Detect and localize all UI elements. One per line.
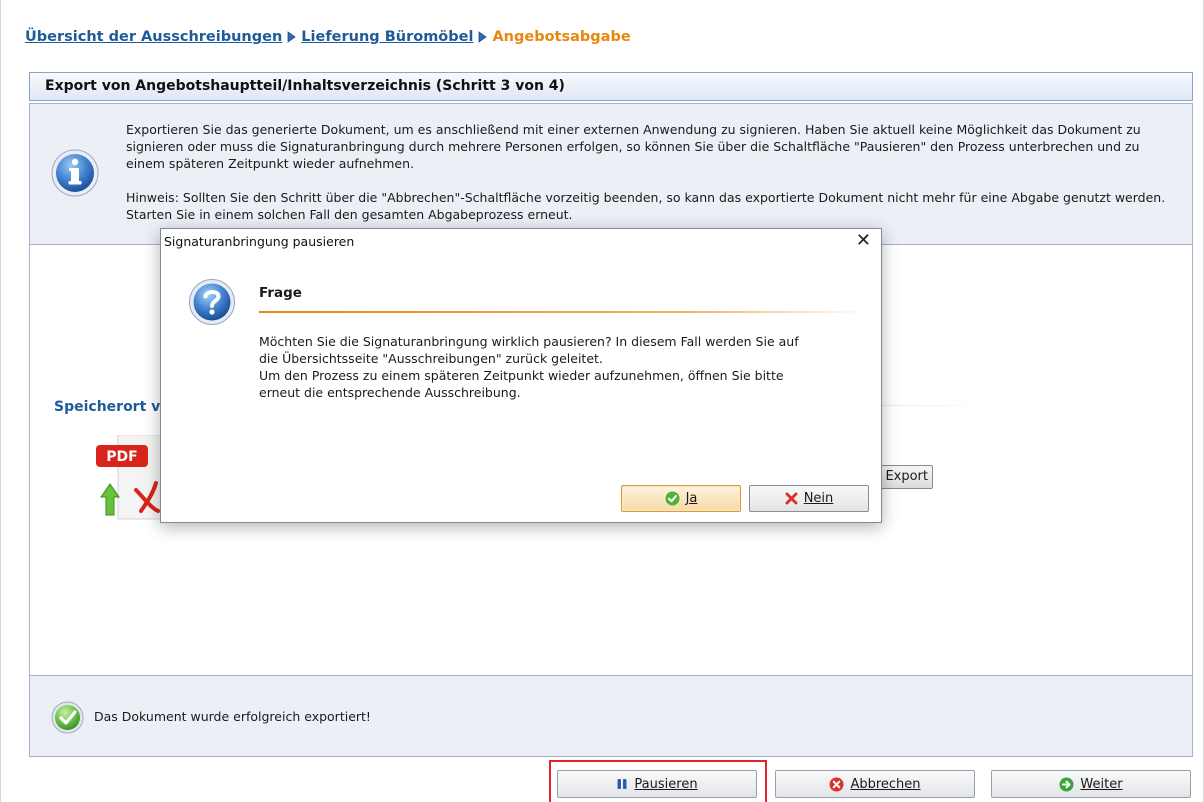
status-bar: Das Dokument wurde erfolgreich exportier… bbox=[29, 675, 1193, 757]
info-panel: Exportieren Sie das generierte Dokument,… bbox=[29, 103, 1193, 245]
close-icon[interactable]: ✕ bbox=[856, 231, 871, 251]
no-button-label: Nein bbox=[803, 491, 834, 506]
pdf-badge-label: PDF bbox=[106, 449, 137, 465]
yes-button-label: Ja bbox=[685, 491, 698, 506]
dialog-titlebar: Signaturanbringung pausieren bbox=[161, 229, 881, 255]
dialog-message: Möchten Sie die Signaturanbringung wirkl… bbox=[259, 333, 869, 401]
question-icon bbox=[189, 279, 235, 325]
dialog-line: Um den Prozess zu einem späteren Zeitpun… bbox=[259, 368, 784, 383]
pause-confirm-dialog: Signaturanbringung pausieren ✕ Frage Möc… bbox=[160, 228, 882, 523]
dialog-title: Signaturanbringung pausieren bbox=[164, 234, 355, 249]
success-check-icon bbox=[51, 701, 84, 734]
breadcrumb-link-overview[interactable]: Übersicht der Ausschreibungen bbox=[25, 29, 282, 45]
no-button[interactable]: Nein bbox=[749, 485, 869, 512]
ok-check-icon bbox=[665, 491, 680, 506]
breadcrumb-arrow-icon bbox=[478, 31, 488, 43]
step-title: Export von Angebotshauptteil/Inhaltsverz… bbox=[29, 72, 1193, 101]
yes-button[interactable]: Ja bbox=[621, 485, 741, 512]
status-message: Das Dokument wurde erfolgreich exportier… bbox=[94, 709, 371, 724]
export-button[interactable]: Export bbox=[875, 465, 933, 489]
info-icon bbox=[51, 149, 99, 197]
dialog-divider bbox=[259, 311, 869, 313]
dialog-line: die Übersichtsseite "Ausschreibungen" zu… bbox=[259, 351, 603, 366]
cancel-button-label: Abbrechen bbox=[850, 776, 921, 792]
info-paragraph-1: Exportieren Sie das generierte Dokument,… bbox=[126, 122, 1141, 171]
info-paragraph-2: Hinweis: Sollten Sie den Schritt über di… bbox=[126, 190, 1166, 222]
breadcrumb-arrow-icon bbox=[287, 31, 296, 43]
cancel-icon bbox=[829, 777, 844, 791]
dialog-line: Möchten Sie die Signaturanbringung wirkl… bbox=[259, 334, 799, 349]
save-location-label: Speicherort v bbox=[54, 399, 161, 415]
next-button-label: Weiter bbox=[1080, 776, 1123, 792]
breadcrumb: Übersicht der Ausschreibungen Lieferung … bbox=[25, 29, 631, 45]
no-cross-icon bbox=[785, 492, 798, 505]
next-arrow-icon bbox=[1059, 777, 1074, 791]
dialog-heading: Frage bbox=[259, 285, 302, 301]
app-window: Übersicht der Ausschreibungen Lieferung … bbox=[0, 0, 1204, 802]
next-button[interactable]: Weiter bbox=[991, 770, 1191, 798]
pause-button-highlight bbox=[549, 760, 767, 802]
breadcrumb-current: Angebotsabgabe bbox=[492, 29, 631, 45]
cancel-button[interactable]: Abbrechen bbox=[775, 770, 975, 798]
breadcrumb-link-tender[interactable]: Lieferung Büromöbel bbox=[301, 29, 473, 45]
dialog-line: erneut die entsprechende Ausschreibung. bbox=[259, 385, 521, 400]
